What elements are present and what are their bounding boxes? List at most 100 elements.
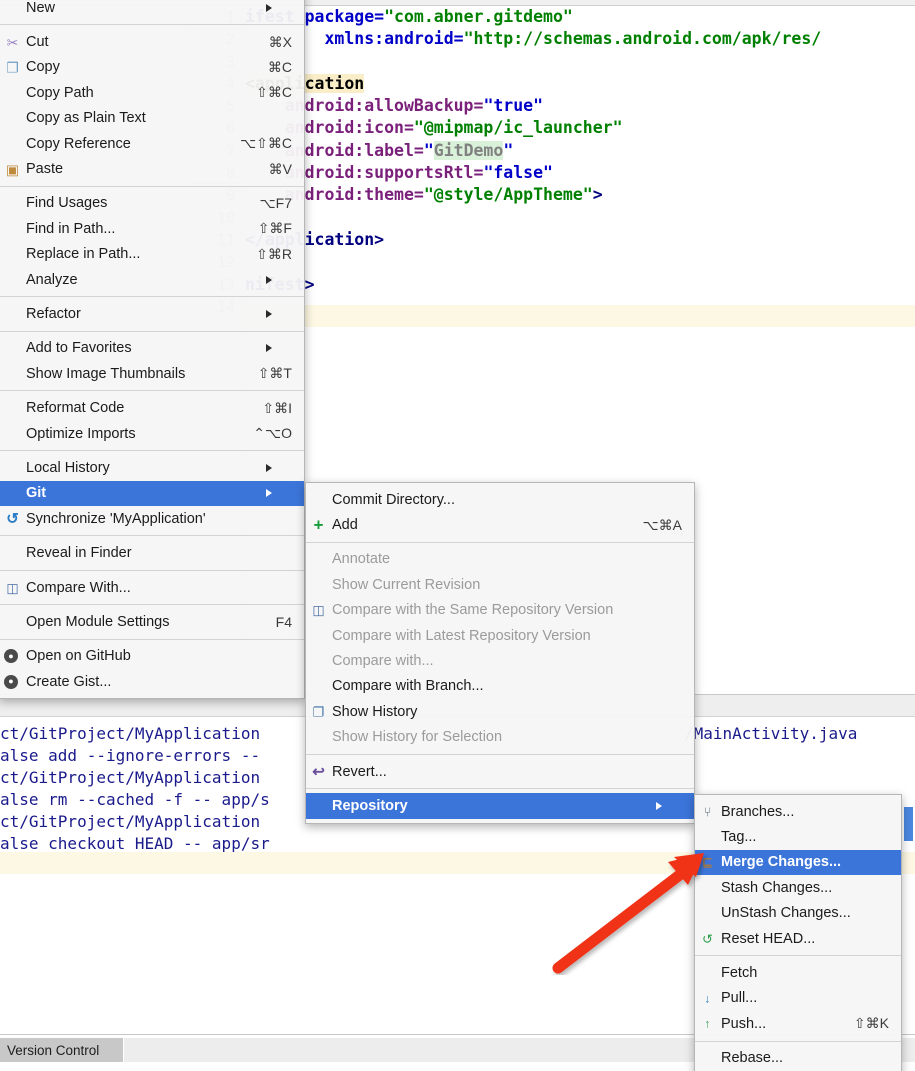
git-menu-item-compare-with-the-same-repository-version: ◫ Compare with the Same Repository Versio… (306, 598, 694, 623)
repository-menu-item-push[interactable]: ↑Push...⇧⌘K (695, 1011, 901, 1036)
repository-submenu[interactable]: ⑂Branches... Tag... ⊑Merge Changes...Stash… (694, 794, 902, 1071)
code-token: > (593, 185, 603, 204)
menu-item-shortcut: ⌥F7 (234, 195, 292, 212)
paste-icon: ▣ (4, 161, 21, 178)
repository-menu-item-merge-changes[interactable]: ⊑Merge Changes... (695, 850, 901, 875)
push-icon: ↑ (699, 1015, 716, 1032)
console-line: ct/GitProject/MyApplication (0, 767, 270, 789)
context-menu-item-open-module-settings[interactable]: Open Module SettingsF4 (0, 609, 304, 634)
repository-menu-item-stash-changes[interactable]: Stash Changes... (695, 875, 901, 900)
console-line: ct/GitProject/MyApplication (0, 723, 270, 745)
context-menu-item-copy-as-plain-text[interactable]: Copy as Plain Text (0, 106, 304, 131)
context-menu-item-copy[interactable]: ❐Copy⌘C (0, 55, 304, 80)
context-menu-item-cut[interactable]: ✂Cut⌘X (0, 29, 304, 54)
github-icon: ● (4, 675, 18, 689)
menu-item-label: Compare with... (332, 653, 434, 669)
repository-menu-item-fetch[interactable]: Fetch (695, 960, 901, 985)
revert-icon: ↩ (310, 763, 327, 780)
menu-item-label: Revert... (332, 764, 387, 780)
console-line: alse rm --cached -f -- app/s (0, 789, 270, 811)
compare-icon: ◫ (4, 579, 21, 596)
code-token: android:theme= (285, 185, 424, 204)
menu-item-label: Pull... (721, 990, 757, 1006)
context-menu-item-find-usages[interactable]: Find Usages ⌥F7 (0, 191, 304, 216)
context-menu-item-local-history[interactable]: Local History (0, 455, 304, 480)
menu-item-shortcut: ⇧⌘K (828, 1015, 889, 1032)
code-line: nifest> (243, 274, 821, 296)
console-scrollbar-thumb[interactable] (904, 807, 913, 841)
git-menu-item-compare-with-branch[interactable]: Compare with Branch... (306, 674, 694, 699)
menu-item-label: New (26, 0, 55, 16)
menu-item-label: Copy Reference (26, 136, 131, 152)
menu-separator (0, 535, 304, 536)
code-token: package= (305, 7, 384, 26)
menu-item-label: Repository (332, 798, 408, 814)
context-menu-item-replace-in-path[interactable]: Replace in Path...⇧⌘R (0, 242, 304, 267)
context-menu-item-open-on-github[interactable]: ●Open on GitHub (0, 644, 304, 669)
git-menu-item-commit-directory[interactable]: Commit Directory... (306, 487, 694, 512)
version-control-tab[interactable]: Version Control (0, 1038, 123, 1062)
repository-menu-item-rebase[interactable]: Rebase... (695, 1046, 901, 1071)
menu-item-label: Local History (26, 460, 110, 476)
repository-menu-item-unstash-changes[interactable]: UnStash Changes... (695, 901, 901, 926)
menu-item-label: Show Current Revision (332, 577, 480, 593)
menu-item-label: Create Gist... (26, 674, 111, 690)
menu-item-shortcut: ⌘X (243, 34, 292, 51)
repository-menu-item-pull[interactable]: ↓Pull... (695, 986, 901, 1011)
git-menu-item-show-history[interactable]: ❐Show History (306, 699, 694, 724)
context-menu-item-add-to-favorites[interactable]: Add to Favorites (0, 336, 304, 361)
code-token: "@mipmap/ic_launcher" (414, 118, 623, 137)
menu-separator (306, 788, 694, 789)
code-line: android:supportsRtl="false" (243, 162, 821, 184)
menu-separator (0, 450, 304, 451)
menu-item-label: Find Usages (26, 195, 107, 211)
context-menu-item-reformat-code[interactable]: Reformat Code⇧⌘I (0, 395, 304, 420)
branch-icon: ⑂ (699, 803, 716, 820)
menu-separator (0, 604, 304, 605)
menu-item-label: UnStash Changes... (721, 905, 851, 921)
git-menu-item-repository[interactable]: Repository (306, 793, 694, 818)
console-right-path: /MainActivity.java (684, 723, 857, 745)
context-menu-item-refactor[interactable]: Refactor (0, 301, 304, 326)
submenu-arrow-icon (656, 802, 682, 810)
context-menu-item-synchronize-myapplication[interactable]: ↺Synchronize 'MyApplication' (0, 506, 304, 531)
menu-item-label: Tag... (721, 829, 756, 845)
plus-icon: + (310, 517, 327, 534)
context-menu-item-analyze[interactable]: Analyze (0, 267, 304, 292)
git-menu-item-revert[interactable]: ↩ Revert... (306, 759, 694, 784)
compare-icon: ◫ (310, 602, 327, 619)
context-menu-item-new[interactable]: New (0, 0, 304, 20)
git-submenu[interactable]: Commit Directory...+Add⌥⌘AAnnotateShow C… (305, 482, 695, 824)
menu-separator (695, 955, 901, 956)
context-menu-item-copy-reference[interactable]: Copy Reference⌥⇧⌘C (0, 131, 304, 156)
repository-menu-item-tag[interactable]: Tag... (695, 824, 901, 849)
git-menu-item-add[interactable]: +Add⌥⌘A (306, 512, 694, 537)
context-menu-item-compare-with[interactable]: ◫Compare With... (0, 575, 304, 600)
repository-menu-item-branches[interactable]: ⑂Branches... (695, 799, 901, 824)
context-menu[interactable]: New ✂Cut⌘X❐Copy⌘C Copy Path ⇧⌘C Copy as Plai… (0, 0, 305, 699)
menu-item-shortcut: ⇧⌘C (230, 84, 292, 101)
menu-item-label: Copy as Plain Text (26, 110, 146, 126)
context-menu-item-paste[interactable]: ▣Paste⌘V (0, 156, 304, 181)
code-token: "com.abner.gitdemo" (384, 7, 573, 26)
menu-separator (306, 754, 694, 755)
menu-item-label: Copy Path (26, 85, 94, 101)
context-menu-item-create-gist[interactable]: ● Create Gist... (0, 669, 304, 694)
menu-item-label: Compare with Latest Repository Version (332, 628, 591, 644)
menu-separator (306, 542, 694, 543)
repository-menu-item-reset-head[interactable]: ↺Reset HEAD... (695, 926, 901, 951)
context-menu-item-show-image-thumbnails[interactable]: Show Image Thumbnails⇧⌘T (0, 361, 304, 386)
context-menu-item-git[interactable]: Git (0, 481, 304, 506)
context-menu-item-reveal-in-finder[interactable]: Reveal in Finder (0, 540, 304, 565)
code-token: android:label= (285, 141, 424, 160)
context-menu-item-copy-path[interactable]: Copy Path ⇧⌘C (0, 80, 304, 105)
menu-item-label: Reveal in Finder (26, 545, 132, 561)
submenu-arrow-icon (266, 344, 292, 352)
context-menu-item-optimize-imports[interactable]: Optimize Imports⌃⌥O (0, 421, 304, 446)
code-token: android:supportsRtl= (285, 163, 484, 182)
menu-item-label: Reset HEAD... (721, 931, 815, 947)
context-menu-item-find-in-path[interactable]: Find in Path...⇧⌘F (0, 216, 304, 241)
menu-item-label: Replace in Path... (26, 246, 140, 262)
menu-item-label: Compare with the Same Repository Version (332, 602, 613, 618)
menu-separator (0, 390, 304, 391)
